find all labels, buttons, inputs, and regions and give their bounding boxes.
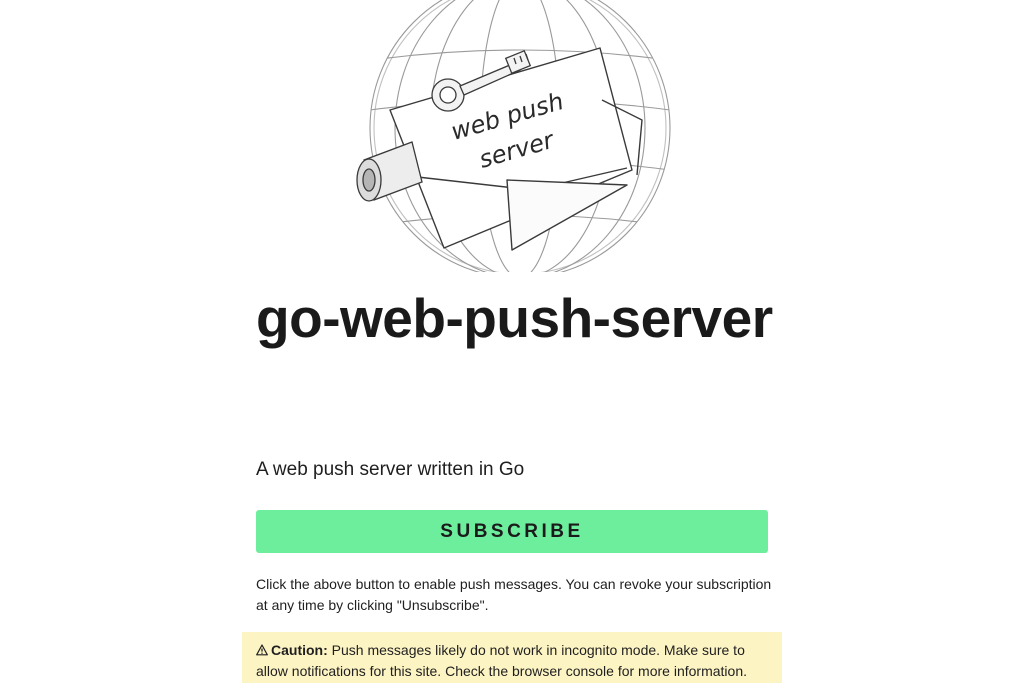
warning-icon (256, 644, 268, 656)
globe-envelope-logo: web push server (342, 0, 682, 278)
tagline: A web push server written in Go (256, 459, 525, 480)
page: web push server go-web-push-server A web… (0, 0, 1024, 683)
caution-label: Caution: (271, 642, 328, 658)
caution-notice: Caution: Push messages likely do not wor… (242, 632, 782, 683)
caution-text: Push messages likely do not work in inco… (256, 642, 747, 679)
help-text: Click the above button to enable push me… (256, 576, 772, 613)
hero-illustration: web push server (342, 0, 682, 278)
subscribe-button[interactable]: SUBSCRIBE (256, 510, 768, 553)
page-title: go-web-push-server (256, 287, 773, 349)
